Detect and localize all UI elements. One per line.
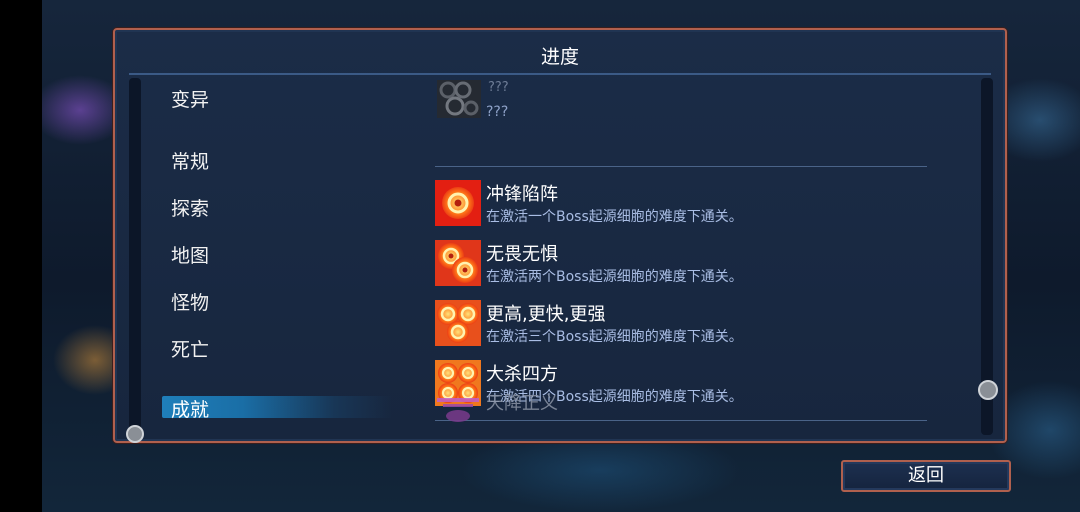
three-flame-eyes-icon (435, 300, 481, 346)
category-exploration[interactable]: 探索 (171, 194, 209, 221)
achievement-item[interactable]: 无畏无惧 在激活两个Boss起源细胞的难度下通关。 (435, 240, 955, 290)
panel-title: 进度 (540, 46, 579, 68)
achievement-desc: 在激活一个Boss起源细胞的难度下通关。 (486, 209, 743, 225)
locked-title: ??? (488, 80, 509, 95)
category-achievements-label: 成就 (171, 399, 210, 421)
achievement-item[interactable]: 更高,更快,更强 在激活三个Boss起源细胞的难度下通关。 (435, 300, 955, 350)
achievement-name: 更高,更快,更强 (486, 304, 606, 325)
category-achievements[interactable]: 成就 (162, 396, 392, 421)
category-scroll-knob[interactable] (126, 425, 144, 443)
category-scrollbar[interactable] (129, 78, 141, 435)
screen-edge-bar (0, 0, 42, 512)
title-divider (129, 73, 991, 75)
achievement-scroll-knob[interactable] (978, 380, 998, 400)
category-map[interactable]: 地图 (171, 241, 209, 268)
achievement-item[interactable]: 冲锋陷阵 在激活一个Boss起源细胞的难度下通关。 (435, 180, 955, 230)
achievement-list[interactable]: ??? ??? 冲锋陷阵 在激活一个Boss起源细胞的难度下通关。 无畏无惧 在… (433, 76, 973, 436)
achievement-name: 无畏无惧 (486, 244, 558, 265)
back-button[interactable]: 返回 (841, 460, 1011, 492)
list-item-locked[interactable]: ??? ??? (435, 78, 955, 128)
achievement-name: 大杀四方 (486, 364, 558, 385)
category-general[interactable]: 常规 (171, 147, 209, 174)
category-mutations[interactable]: 变异 (171, 85, 209, 112)
list-divider (435, 420, 927, 421)
purple-pillar-icon (437, 398, 479, 422)
achievement-desc: 在激活两个Boss起源细胞的难度下通关。 (486, 269, 743, 285)
one-flame-eye-icon (435, 180, 481, 226)
next-achievement-name: 天降正义 (486, 393, 558, 414)
list-divider (435, 166, 927, 167)
category-monsters[interactable]: 怪物 (171, 288, 209, 315)
locked-gear-icon (437, 80, 481, 118)
locked-desc: ??? (486, 104, 509, 120)
category-deaths[interactable]: 死亡 (171, 335, 209, 362)
two-flame-eyes-icon (435, 240, 481, 286)
progress-panel: 进度 变异 常规 探索 地图 怪物 死亡 成就 ??? ??? 冲锋陷阵 在激活… (113, 28, 1007, 443)
achievement-name: 冲锋陷阵 (486, 184, 558, 205)
achievement-desc: 在激活三个Boss起源细胞的难度下通关。 (486, 329, 743, 345)
